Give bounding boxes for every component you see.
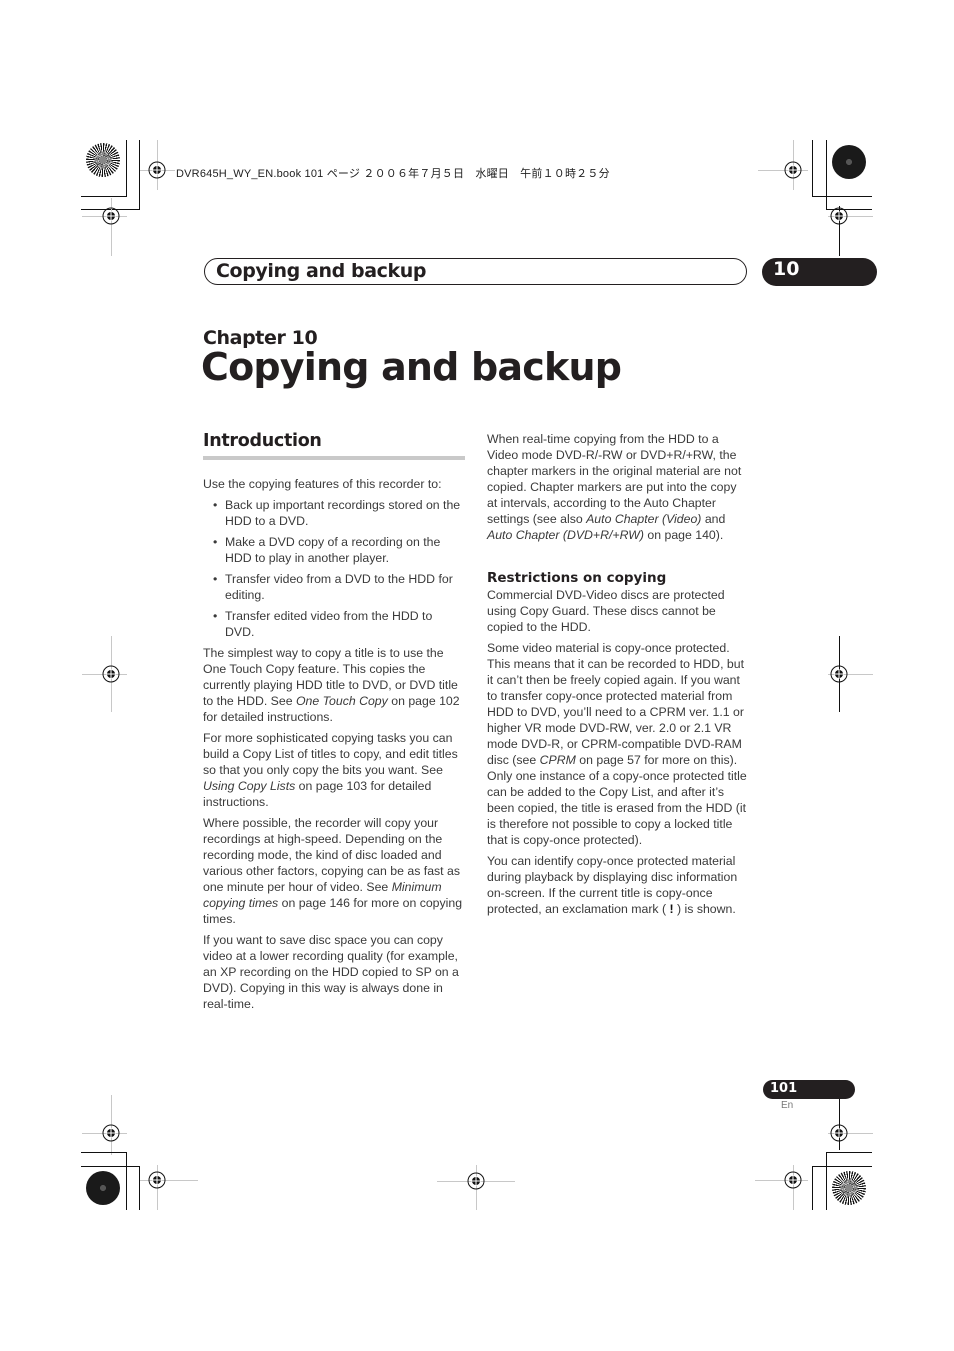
color-bar-disc-icon	[86, 1171, 120, 1205]
intro-paragraph: Use the copying features of this recorde…	[203, 477, 442, 491]
crop-mark	[126, 140, 127, 196]
page-language: En	[781, 1100, 794, 1111]
crop-mark	[812, 1166, 872, 1167]
registration-mark-icon	[830, 1124, 848, 1142]
paragraph-chapter-markers: When real-time copying from the HDD to a…	[487, 432, 742, 542]
list-item: • Transfer edited video from the HDD to D…	[213, 609, 433, 639]
registration-mark-icon	[830, 665, 848, 683]
registration-mark-icon	[102, 207, 120, 225]
right-column: When real-time copying from the HDD to a…	[487, 431, 749, 922]
bullet-icon: •	[213, 572, 218, 586]
cross-reference: CPRM	[539, 753, 576, 767]
cross-reference: One Touch Copy	[295, 694, 388, 708]
list-item: • Make a DVD copy of a recording on the H…	[213, 535, 441, 565]
paragraph-high-speed: Where possible, the recorder will copy y…	[203, 816, 463, 926]
registration-mark-icon	[784, 161, 802, 179]
feature-list: • Back up important recordings stored on …	[203, 497, 465, 640]
crop-mark	[812, 140, 813, 196]
registration-mark-icon	[102, 1124, 120, 1142]
color-bar-disc-icon	[832, 1171, 866, 1205]
left-column: Introduction Use the copying features of…	[203, 430, 465, 1017]
page-number: 101	[770, 1081, 798, 1096]
registration-mark-icon	[784, 1171, 802, 1189]
registration-mark-icon	[830, 207, 848, 225]
registration-mark-icon	[102, 665, 120, 683]
subheading-restrictions: Restrictions on copying	[487, 570, 667, 586]
bullet-icon: •	[213, 535, 218, 549]
paragraph-copy-lists: For more sophisticated copying tasks you…	[203, 731, 458, 809]
crop-mark	[139, 140, 140, 210]
paragraph-copy-guard: Commercial DVD-Video discs are protected…	[487, 588, 725, 634]
bullet-icon: •	[213, 498, 218, 512]
color-bar-disc-icon	[86, 143, 120, 177]
list-item: • Transfer video from a DVD to the HDD fo…	[213, 572, 453, 602]
paragraph-copy-once: Some video material is copy-once protect…	[487, 641, 747, 847]
list-item: • Back up important recordings stored on …	[213, 498, 461, 528]
crop-mark	[81, 196, 127, 197]
paragraph-real-time: If you want to save disc space you can c…	[203, 933, 459, 1011]
cross-reference: Auto Chapter (DVD+R/+RW)	[487, 528, 644, 542]
crop-mark	[826, 140, 827, 210]
paragraph-identify: You can identify copy-once protected mat…	[487, 854, 738, 916]
running-header-title: Copying and backup	[216, 260, 427, 282]
heading-rule	[203, 456, 465, 460]
crop-mark	[139, 1166, 140, 1210]
crop-mark	[812, 196, 872, 197]
paragraph-one-touch-copy: The simplest way to copy a title is to u…	[203, 646, 460, 724]
crop-mark	[81, 1166, 140, 1167]
cross-reference: Auto Chapter (Video)	[586, 512, 702, 526]
color-bar-disc-icon	[832, 145, 866, 179]
crop-mark	[826, 1152, 872, 1153]
registration-mark-icon	[148, 161, 166, 179]
section-heading-introduction: Introduction	[203, 431, 322, 451]
bullet-icon: •	[213, 609, 218, 623]
crop-mark	[812, 1166, 813, 1210]
exclamation-mark-icon: !	[666, 902, 678, 916]
registration-mark-icon	[467, 1172, 485, 1190]
crop-mark	[81, 1152, 127, 1153]
crop-mark	[826, 1152, 827, 1210]
print-slug: DVR645H_WY_EN.book 101 ページ ２００６年７月５日 水曜日…	[176, 168, 610, 180]
chapter-tab-number: 10	[773, 258, 800, 280]
crop-mark	[126, 1152, 127, 1210]
registration-mark-icon	[148, 1171, 166, 1189]
cross-reference: Using Copy Lists	[203, 779, 296, 793]
chapter-title: Copying and backup	[201, 345, 622, 389]
